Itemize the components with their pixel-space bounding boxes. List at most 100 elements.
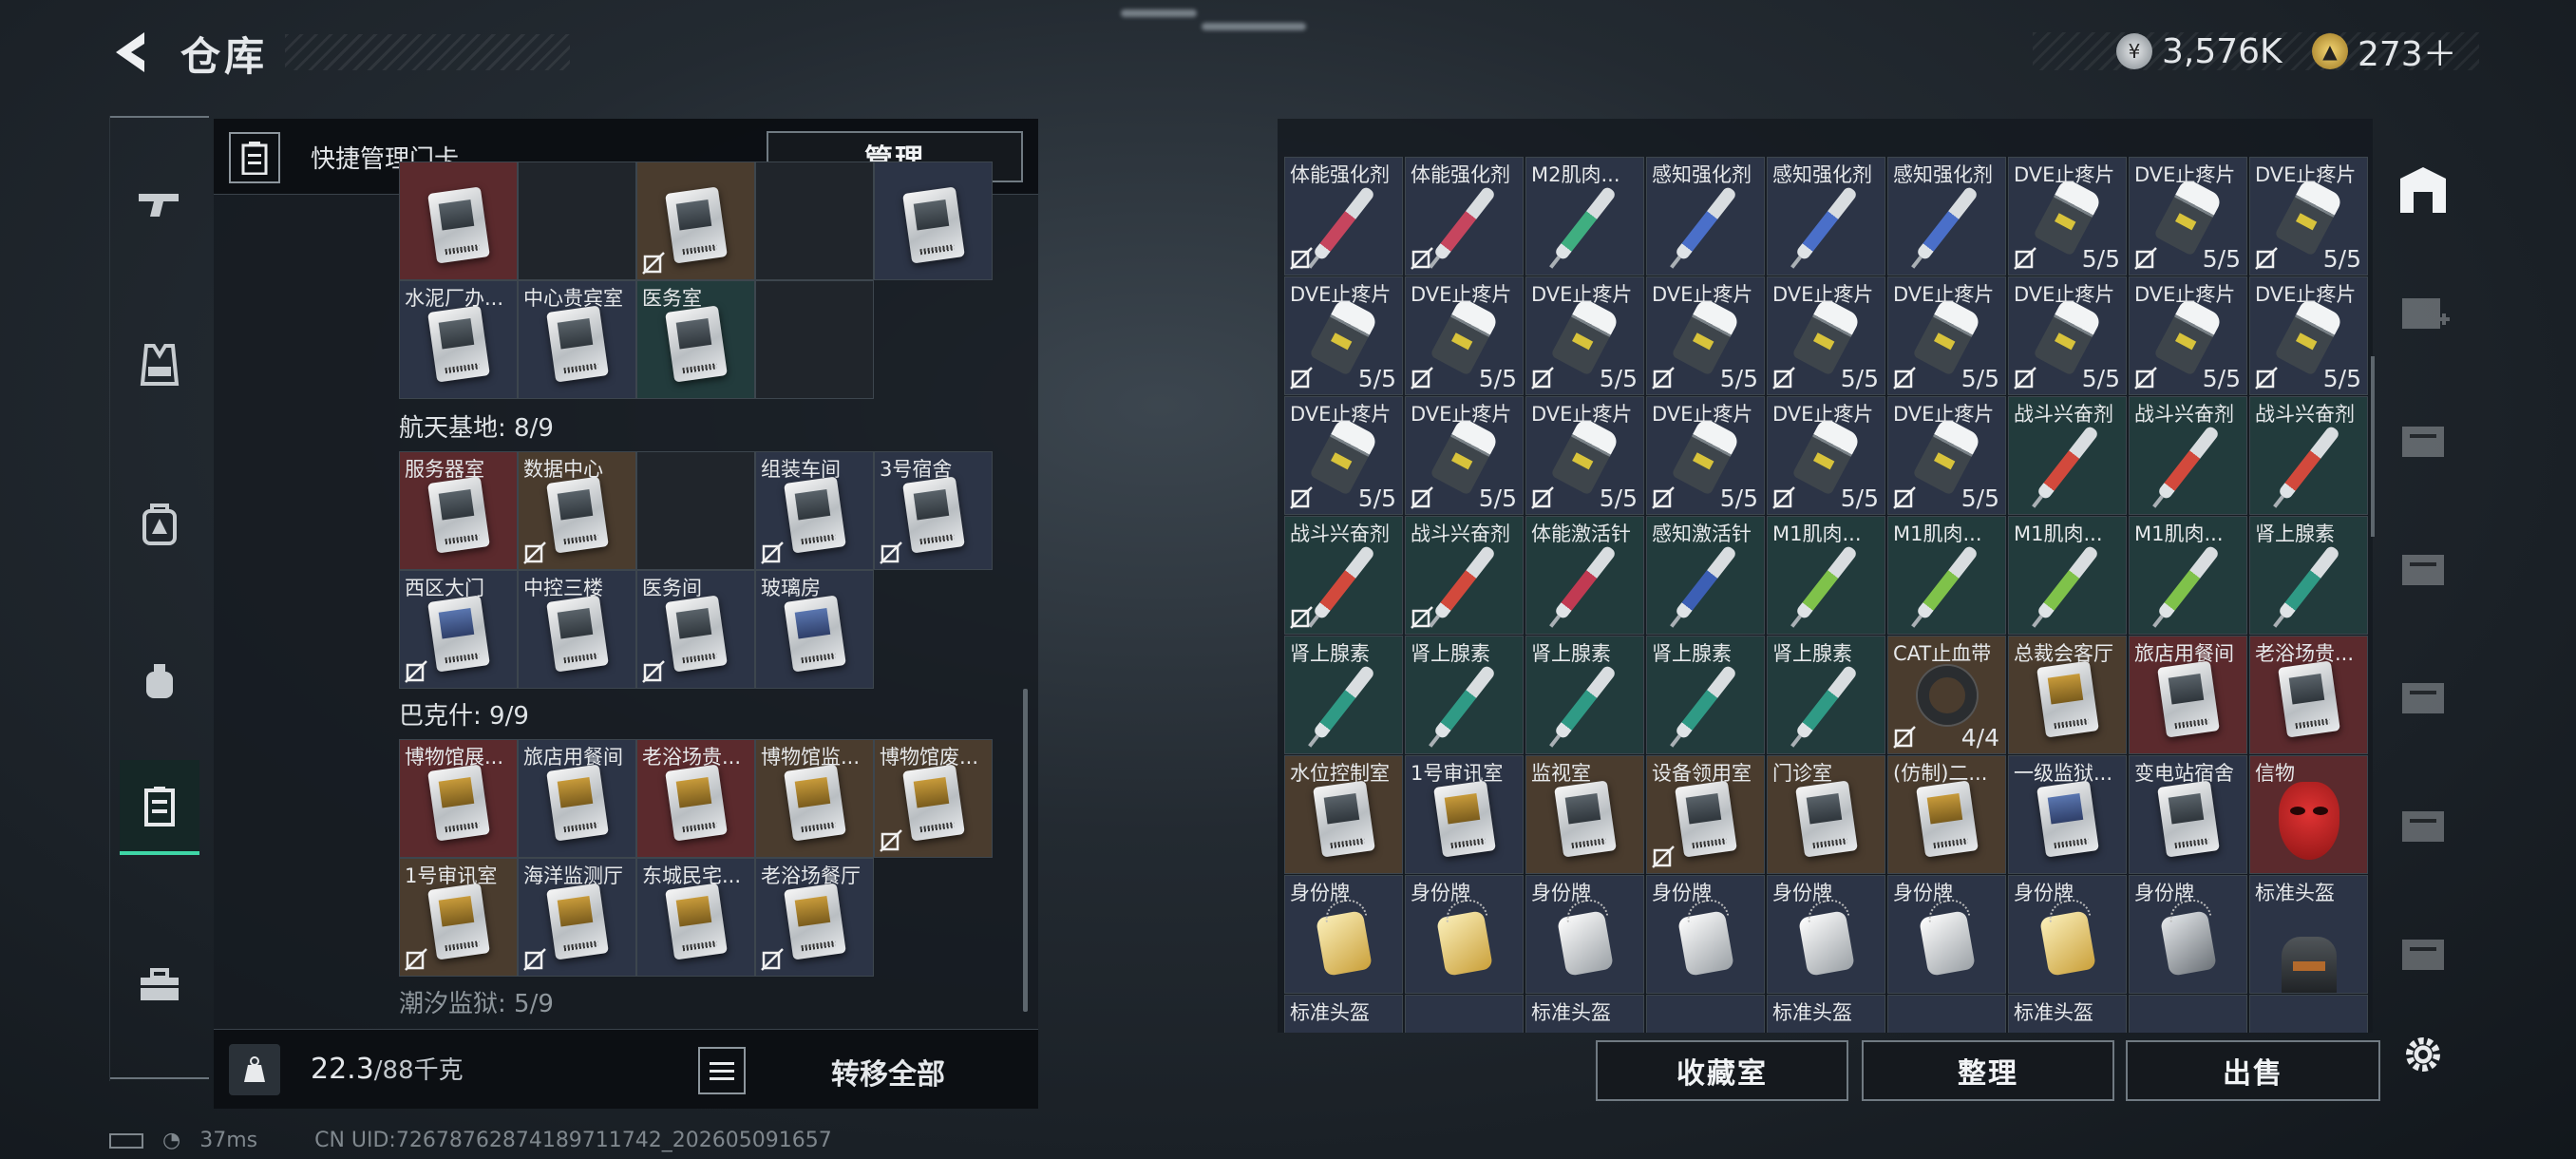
storage-slot[interactable]: 身份牌: [1284, 875, 1403, 994]
storage-slot[interactable]: 肾上腺素: [1767, 636, 1885, 754]
storage-slot[interactable]: 身份牌: [1405, 875, 1524, 994]
storage-slot[interactable]: 肾上腺素: [1646, 636, 1765, 754]
storage-slot[interactable]: 身份牌: [2129, 875, 2247, 994]
keycard-slot[interactable]: [636, 162, 755, 280]
nav-toolbox[interactable]: [120, 938, 199, 1033]
storage-slot[interactable]: M2肌肉...: [1525, 157, 1644, 276]
storage-slot[interactable]: 标准头盔: [2008, 995, 2127, 1033]
storage-slot[interactable]: DVE止疼片 5/5: [1646, 396, 1765, 515]
storage-slot[interactable]: [1405, 995, 1524, 1033]
storage-slot[interactable]: M1肌肉...: [2008, 516, 2127, 635]
list-view-icon[interactable]: [698, 1047, 746, 1094]
currency-coins[interactable]: ¥ 3,576K: [2116, 27, 2282, 76]
keycard-slot[interactable]: 旅店用餐间: [518, 739, 636, 858]
keycard-slot[interactable]: 医务室: [636, 280, 755, 399]
right-scrollbar[interactable]: [2371, 356, 2375, 537]
storage-slot[interactable]: 信物: [2249, 755, 2368, 874]
keycard-slot[interactable]: 博物馆展...: [399, 739, 518, 858]
nav-rig[interactable]: [120, 634, 199, 729]
storage-slot[interactable]: DVE止疼片 5/5: [1646, 276, 1765, 395]
keycard-slot[interactable]: 老浴场贵...: [636, 739, 755, 858]
keycard-slot[interactable]: 组装车间: [755, 451, 874, 570]
keycard-slot[interactable]: 中控三楼: [518, 570, 636, 689]
container-tab-4-icon[interactable]: [2380, 784, 2466, 869]
storage-slot[interactable]: DVE止疼片 5/5: [2249, 157, 2368, 276]
vault-icon[interactable]: [2380, 147, 2466, 233]
storage-slot[interactable]: 身份牌: [1646, 875, 1765, 994]
storage-slot[interactable]: 战斗兴奋剂: [1284, 516, 1403, 635]
storage-slot[interactable]: DVE止疼片 5/5: [1284, 276, 1403, 395]
add-container-icon[interactable]: [2380, 271, 2466, 356]
keycard-slot[interactable]: 西区大门: [399, 570, 518, 689]
keycard-slot[interactable]: [874, 162, 993, 280]
collection-room-button[interactable]: 收藏室: [1596, 1040, 1848, 1101]
keycard-slot[interactable]: [399, 162, 518, 280]
storage-slot[interactable]: 战斗兴奋剂: [1405, 516, 1524, 635]
storage-slot[interactable]: 战斗兴奋剂: [2008, 396, 2127, 515]
storage-slot[interactable]: DVE止疼片 5/5: [1525, 276, 1644, 395]
storage-slot[interactable]: DVE止疼片 5/5: [1405, 276, 1524, 395]
container-tab-2-icon[interactable]: [2380, 527, 2466, 613]
storage-slot[interactable]: DVE止疼片 5/5: [1284, 396, 1403, 515]
storage-slot[interactable]: DVE止疼片 5/5: [1887, 396, 2006, 515]
storage-slot[interactable]: 设备领用室: [1646, 755, 1765, 874]
storage-slot[interactable]: DVE止疼片 5/5: [1767, 396, 1885, 515]
storage-slot[interactable]: DVE止疼片 5/5: [1767, 276, 1885, 395]
keycard-slot[interactable]: 东城民宅...: [636, 858, 755, 977]
storage-slot[interactable]: 老浴场贵...: [2249, 636, 2368, 754]
storage-slot[interactable]: 战斗兴奋剂: [2129, 396, 2247, 515]
currency-premium[interactable]: ▲ 273＋: [2312, 27, 2457, 76]
left-scrollbar[interactable]: [1023, 689, 1028, 1012]
keycard-slot[interactable]: 3号宿舍: [874, 451, 993, 570]
storage-slot[interactable]: M1肌肉...: [2129, 516, 2247, 635]
storage-slot[interactable]: 标准头盔: [2249, 875, 2368, 994]
container-tab-5-icon[interactable]: [2380, 912, 2466, 998]
storage-slot[interactable]: (仿制)二...: [1887, 755, 2006, 874]
storage-slot[interactable]: 感知强化剂: [1646, 157, 1765, 276]
storage-slot[interactable]: 总裁会客厅: [2008, 636, 2127, 754]
storage-slot[interactable]: DVE止疼片 5/5: [1525, 396, 1644, 515]
nav-armor[interactable]: [120, 317, 199, 412]
storage-slot[interactable]: 体能强化剂: [1284, 157, 1403, 276]
storage-slot[interactable]: 肾上腺素: [2249, 516, 2368, 635]
storage-slot[interactable]: [1887, 995, 2006, 1033]
storage-slot[interactable]: 肾上腺素: [1405, 636, 1524, 754]
storage-slot[interactable]: 身份牌: [2008, 875, 2127, 994]
storage-slot[interactable]: 标准头盔: [1525, 995, 1644, 1033]
storage-slot[interactable]: DVE止疼片 5/5: [2129, 157, 2247, 276]
storage-slot[interactable]: 体能激活针: [1525, 516, 1644, 635]
keycard-slot[interactable]: 老浴场餐厅: [755, 858, 874, 977]
keycard-slot[interactable]: [755, 162, 874, 280]
storage-slot[interactable]: 监视室: [1525, 755, 1644, 874]
storage-slot[interactable]: DVE止疼片 5/5: [2008, 276, 2127, 395]
keycard-slot[interactable]: [636, 451, 755, 570]
container-tab-3-icon[interactable]: [2380, 656, 2466, 741]
storage-slot[interactable]: 1号审讯室: [1405, 755, 1524, 874]
storage-slot[interactable]: 战斗兴奋剂: [2249, 396, 2368, 515]
keycard-slot[interactable]: 数据中心: [518, 451, 636, 570]
storage-slot[interactable]: 门诊室: [1767, 755, 1885, 874]
storage-slot[interactable]: 身份牌: [1767, 875, 1885, 994]
keycard-slot[interactable]: 服务器室: [399, 451, 518, 570]
storage-slot[interactable]: DVE止疼片 5/5: [1405, 396, 1524, 515]
transfer-all-button[interactable]: 转移全部: [831, 1051, 945, 1092]
back-button[interactable]: [106, 27, 154, 78]
keycard-slot[interactable]: 中心贵宾室: [518, 280, 636, 399]
storage-slot[interactable]: 标准头盔: [1284, 995, 1403, 1033]
sort-button[interactable]: 整理: [1862, 1040, 2114, 1101]
storage-slot[interactable]: 体能强化剂: [1405, 157, 1524, 276]
storage-slot[interactable]: 身份牌: [1525, 875, 1644, 994]
keycard-slot[interactable]: 水泥厂办...: [399, 280, 518, 399]
storage-slot[interactable]: [1646, 995, 1765, 1033]
settings-gear-icon[interactable]: [2380, 1012, 2466, 1097]
nav-backpack[interactable]: [120, 477, 199, 572]
sell-button[interactable]: 出售: [2126, 1040, 2380, 1101]
storage-slot[interactable]: 感知激活针: [1646, 516, 1765, 635]
nav-keycards[interactable]: [120, 760, 199, 855]
storage-slot[interactable]: 旅店用餐间: [2129, 636, 2247, 754]
storage-slot[interactable]: 感知强化剂: [1887, 157, 2006, 276]
keycard-slot[interactable]: 博物馆废...: [874, 739, 993, 858]
storage-slot[interactable]: 感知强化剂: [1767, 157, 1885, 276]
storage-slot[interactable]: 肾上腺素: [1525, 636, 1644, 754]
keycard-slot[interactable]: 1号审讯室: [399, 858, 518, 977]
